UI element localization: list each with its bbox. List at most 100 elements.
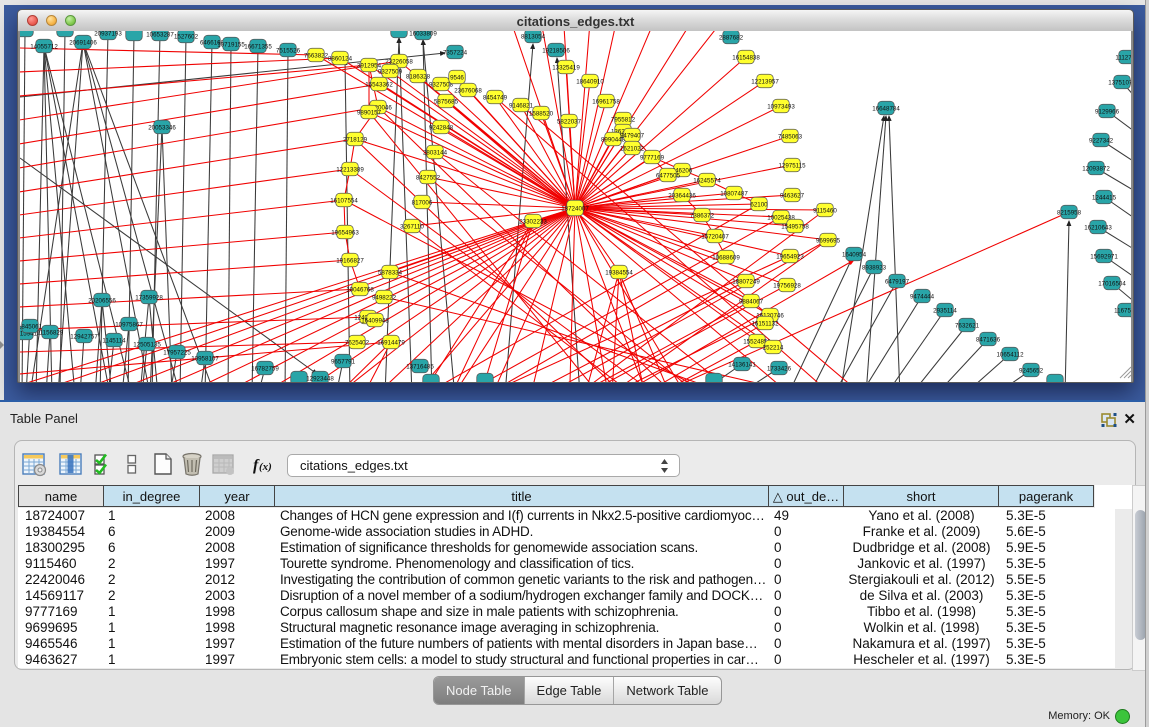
svg-text:7515526: 7515526 <box>276 48 301 55</box>
svg-text:9699695: 9699695 <box>816 238 841 245</box>
svg-text:20691406: 20691406 <box>69 40 97 47</box>
svg-text:16914479: 16914479 <box>377 340 405 347</box>
svg-text:15720407: 15720407 <box>701 234 729 241</box>
svg-text:7485063: 7485063 <box>778 134 803 141</box>
svg-text:16782759: 16782759 <box>251 366 279 373</box>
svg-text:20206556: 20206556 <box>88 298 116 305</box>
svg-text:12942757: 12942757 <box>70 334 98 341</box>
svg-text:19166827: 19166827 <box>336 258 364 265</box>
svg-text:2935114: 2935114 <box>933 308 957 315</box>
svg-text:17016504: 17016504 <box>1098 281 1126 288</box>
svg-text:15495758: 15495758 <box>781 224 809 231</box>
svg-text:1112747: 1112747 <box>1115 55 1131 62</box>
svg-text:9115460: 9115460 <box>813 208 837 215</box>
svg-text:8471636: 8471636 <box>976 337 1001 344</box>
svg-text:5822037: 5822037 <box>557 119 582 126</box>
svg-text:1621022: 1621022 <box>620 146 645 153</box>
svg-text:16107554: 16107554 <box>330 198 358 205</box>
svg-text:19384554: 19384554 <box>605 270 633 277</box>
svg-text:12975115: 12975115 <box>778 163 806 170</box>
svg-text:7955812: 7955812 <box>611 117 636 124</box>
svg-text:8813054: 8813054 <box>521 34 546 41</box>
svg-text:17359928: 17359928 <box>135 295 163 302</box>
svg-text:1640954: 1640954 <box>842 252 867 259</box>
svg-text:1733426: 1733426 <box>767 366 792 373</box>
svg-text:10654112: 10654112 <box>996 352 1024 359</box>
svg-text:1244415: 1244415 <box>1092 195 1117 202</box>
svg-text:12213957: 12213957 <box>751 79 779 86</box>
svg-text:10719155: 10719155 <box>217 42 245 49</box>
svg-text:3267110: 3267110 <box>400 224 424 231</box>
svg-text:20937193: 20937193 <box>94 31 122 38</box>
svg-text:15692971: 15692971 <box>1090 254 1118 261</box>
svg-text:12505135: 12505135 <box>133 342 161 349</box>
svg-text:13751074: 13751074 <box>1108 80 1131 87</box>
svg-text:2718129: 2718129 <box>343 137 368 144</box>
svg-text:18724007: 18724007 <box>561 206 589 213</box>
svg-text:2803144: 2803144 <box>423 150 448 157</box>
svg-text:9546: 9546 <box>450 75 464 82</box>
svg-text:817006: 817006 <box>412 200 433 207</box>
svg-text:9884067: 9884067 <box>739 299 764 306</box>
svg-text:9227342: 9227342 <box>1089 138 1114 145</box>
svg-text:16151132: 16151132 <box>751 321 779 328</box>
svg-text:1167534: 1167534 <box>1114 308 1131 315</box>
svg-text:9463627: 9463627 <box>780 193 805 200</box>
svg-text:13325419: 13325419 <box>552 65 580 72</box>
svg-text:8860124: 8860124 <box>328 56 353 63</box>
svg-text:7386372: 7386372 <box>690 213 715 220</box>
svg-text:9327509: 9327509 <box>378 69 403 76</box>
svg-text:1145114: 1145114 <box>102 338 126 345</box>
svg-text:16210643: 16210643 <box>1084 225 1112 232</box>
svg-text:252214: 252214 <box>763 345 784 352</box>
svg-text:23302233: 23302233 <box>519 219 547 226</box>
svg-text:2887682: 2887682 <box>719 35 744 42</box>
svg-text:16961758: 16961758 <box>592 99 620 106</box>
svg-text:9479407: 9479407 <box>620 133 645 140</box>
svg-text:14055712: 14055712 <box>30 44 58 51</box>
svg-text:16409948: 16409948 <box>361 318 389 325</box>
svg-text:10688609: 10688609 <box>712 255 740 262</box>
svg-text:9474444: 9474444 <box>910 294 935 301</box>
svg-text:9890157: 9890157 <box>357 110 382 117</box>
svg-text:13716485: 13716485 <box>406 364 434 371</box>
svg-text:9245652: 9245652 <box>1019 368 1044 375</box>
svg-text:11156829: 11156829 <box>37 330 64 337</box>
svg-text:7625402: 7625402 <box>345 340 370 347</box>
svg-text:5878334: 5878334 <box>378 270 403 277</box>
svg-text:16543362: 16543362 <box>365 82 393 89</box>
svg-text:62100: 62100 <box>750 202 768 209</box>
svg-text:18640910: 18640910 <box>576 79 604 86</box>
svg-text:9146821: 9146821 <box>509 103 534 110</box>
svg-text:10975867: 10975867 <box>115 322 143 329</box>
svg-text:16033809: 16033809 <box>409 31 437 38</box>
svg-text:1527602: 1527602 <box>174 34 199 41</box>
svg-text:8215958: 8215958 <box>1057 210 1082 217</box>
svg-text:9129966: 9129966 <box>1095 109 1120 116</box>
svg-text:10973493: 10973493 <box>767 104 795 111</box>
svg-text:9242848: 9242848 <box>429 125 454 132</box>
svg-text:6477505: 6477505 <box>656 173 681 180</box>
svg-text:14136141: 14136141 <box>728 362 756 369</box>
svg-text:7632621: 7632621 <box>955 323 980 330</box>
svg-text:12093872: 12093872 <box>1082 166 1110 173</box>
svg-text:19756928: 19756928 <box>773 283 801 290</box>
svg-text:10046768: 10046768 <box>346 287 374 294</box>
svg-text:6479197: 6479197 <box>885 279 910 286</box>
svg-text:20053346: 20053346 <box>148 125 176 132</box>
svg-text:9498222: 9498222 <box>372 295 397 302</box>
svg-text:7663822: 7663822 <box>304 53 329 60</box>
svg-text:17957225: 17957225 <box>163 350 191 357</box>
svg-text:8938923: 8938923 <box>862 265 887 272</box>
svg-text:19654923: 19654923 <box>776 254 804 261</box>
svg-text:8454749: 8454749 <box>483 95 508 102</box>
svg-text:10653287: 10653287 <box>146 32 174 39</box>
svg-text:19654963: 19654963 <box>331 230 359 237</box>
svg-text:20364436: 20364436 <box>668 193 696 200</box>
svg-text:1588520: 1588520 <box>529 111 554 118</box>
svg-text:16671355: 16671355 <box>244 44 272 51</box>
svg-text:18807249: 18807249 <box>732 279 760 286</box>
svg-text:8186328: 8186328 <box>406 74 431 81</box>
svg-text:5875685: 5875685 <box>434 99 459 106</box>
svg-text:12923448: 12923448 <box>306 376 334 383</box>
